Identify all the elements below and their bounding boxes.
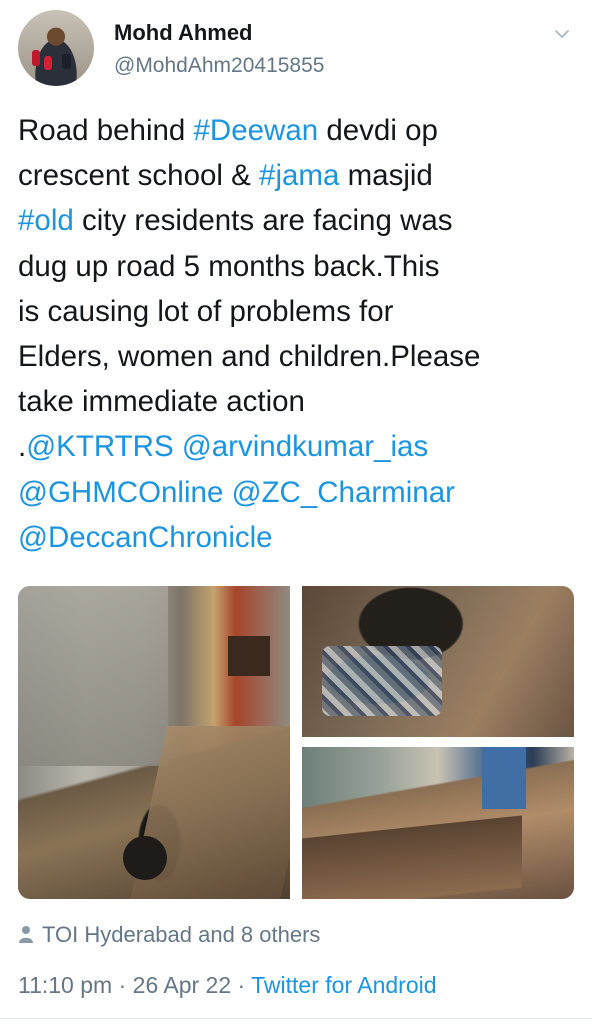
mention-link[interactable]: @ZC_Charminar (232, 476, 455, 509)
tweet-header: Mohd Ahmed @MohdAhm20415855 (18, 10, 578, 90)
media-grid (18, 586, 574, 899)
tweet-text-segment: is causing lot of problems for (18, 294, 394, 328)
social-context[interactable]: TOI Hyderabad and 8 others (18, 922, 320, 948)
tweet-time: 11:10 pm (18, 972, 113, 998)
tweet-text-segment: crescent school & (18, 159, 260, 193)
hashtag-link[interactable]: #jama (259, 159, 339, 192)
tweet-line: crescent school & #jama masjid (18, 153, 578, 198)
tweet-line: #old city residents are facing was (18, 198, 578, 243)
tweet-line: take immediate action (18, 379, 578, 424)
tweet-text-segment: masjid (339, 159, 433, 193)
author-handle[interactable]: @MohdAhm20415855 (114, 54, 324, 78)
tweet-text-segment: devdi op (318, 114, 438, 147)
tweet-line: Elders, women and children.Please (18, 334, 578, 379)
tweet-text-segment (223, 476, 231, 509)
tweet-line: @DeccanChronicle (18, 515, 578, 560)
exposed-pipes-photo[interactable] (302, 586, 574, 737)
tweet-line: Road behind #Deewan devdi op (18, 108, 578, 153)
tweet-line: is causing lot of problems for (18, 289, 578, 334)
chevron-down-icon[interactable] (554, 26, 570, 42)
tweet-text-segment: Elders, women and children.Please (18, 340, 481, 374)
divider (0, 1018, 592, 1019)
tweet-line: dug up road 5 months back.This (18, 244, 578, 289)
liked-by-text: TOI Hyderabad and 8 others (42, 922, 321, 947)
tweet-text-segment: Road behind (18, 114, 194, 147)
meta-separator: · (231, 972, 252, 998)
tweet-meta: 11:10 pm · 26 Apr 22 · Twitter for Andro… (18, 972, 437, 999)
author-avatar[interactable] (18, 10, 94, 86)
dug-up-street-photo[interactable] (18, 586, 290, 899)
tweet-text-segment: city residents are facing was (73, 204, 453, 238)
person-icon (19, 926, 33, 943)
tweet-line: @GHMCOnline @ZC_Charminar (18, 470, 578, 515)
tweet-text: Road behind #Deewan devdi op crescent sch… (18, 108, 578, 560)
mention-link[interactable]: @arvindkumar_ias (182, 430, 428, 463)
tweet-source-link[interactable]: Twitter for Android (251, 972, 436, 998)
meta-separator: · (112, 972, 133, 998)
tweet-text-segment: dug up road 5 months back.This (18, 249, 440, 283)
mention-link[interactable]: @GHMCOnline (18, 476, 223, 509)
hashtag-link[interactable]: #Deewan (194, 114, 319, 147)
tweet-text-segment: . (18, 430, 27, 464)
tweet-text-segment: take immediate action (18, 385, 305, 419)
hashtag-link[interactable]: #old (18, 204, 74, 237)
trench-lane-photo[interactable] (302, 747, 574, 899)
author-name[interactable]: Mohd Ahmed (114, 20, 253, 46)
tweet-date: 26 Apr 22 (132, 972, 232, 998)
mention-link[interactable]: @DeccanChronicle (18, 521, 273, 554)
tweet-text-segment (174, 430, 182, 463)
tweet-line: .@KTRTRS @arvindkumar_ias (18, 424, 578, 469)
mention-link[interactable]: @KTRTRS (26, 430, 173, 463)
